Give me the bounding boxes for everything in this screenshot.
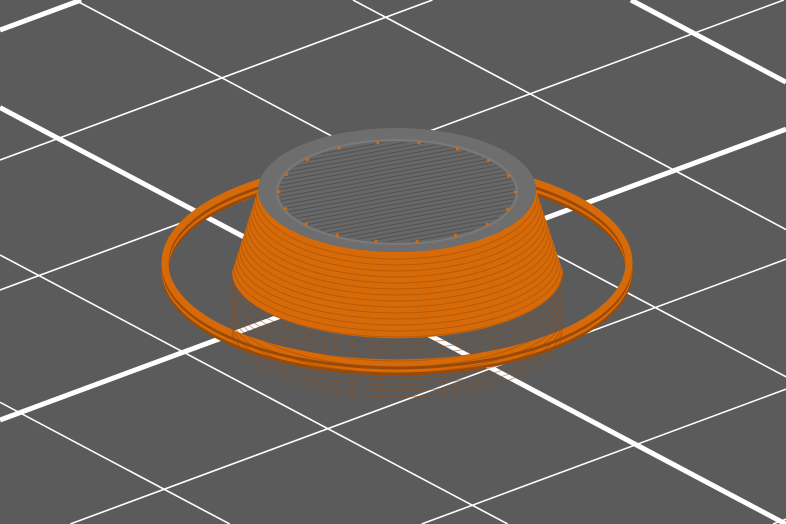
perimeter-dot	[486, 158, 491, 163]
perimeter-dot	[376, 141, 380, 145]
perimeter-dot	[454, 233, 458, 237]
perimeter-dot	[335, 233, 340, 237]
3d-preview-viewport[interactable]	[0, 0, 786, 524]
perimeter-dot	[284, 172, 289, 177]
perimeter-dot	[455, 147, 460, 151]
perimeter-dot	[513, 190, 517, 194]
perimeter-dot	[277, 189, 281, 194]
perimeter-dot	[374, 239, 378, 243]
print-preview-canvas[interactable]	[0, 0, 786, 524]
perimeter-dot	[485, 222, 489, 226]
perimeter-dot	[304, 222, 308, 226]
perimeter-dot	[506, 207, 510, 211]
perimeter-dot	[305, 157, 309, 162]
perimeter-dot	[284, 207, 288, 211]
perimeter-dot	[415, 239, 419, 243]
perimeter-dot	[506, 174, 511, 178]
perimeter-dot	[337, 146, 341, 151]
perimeter-dot	[417, 141, 421, 145]
